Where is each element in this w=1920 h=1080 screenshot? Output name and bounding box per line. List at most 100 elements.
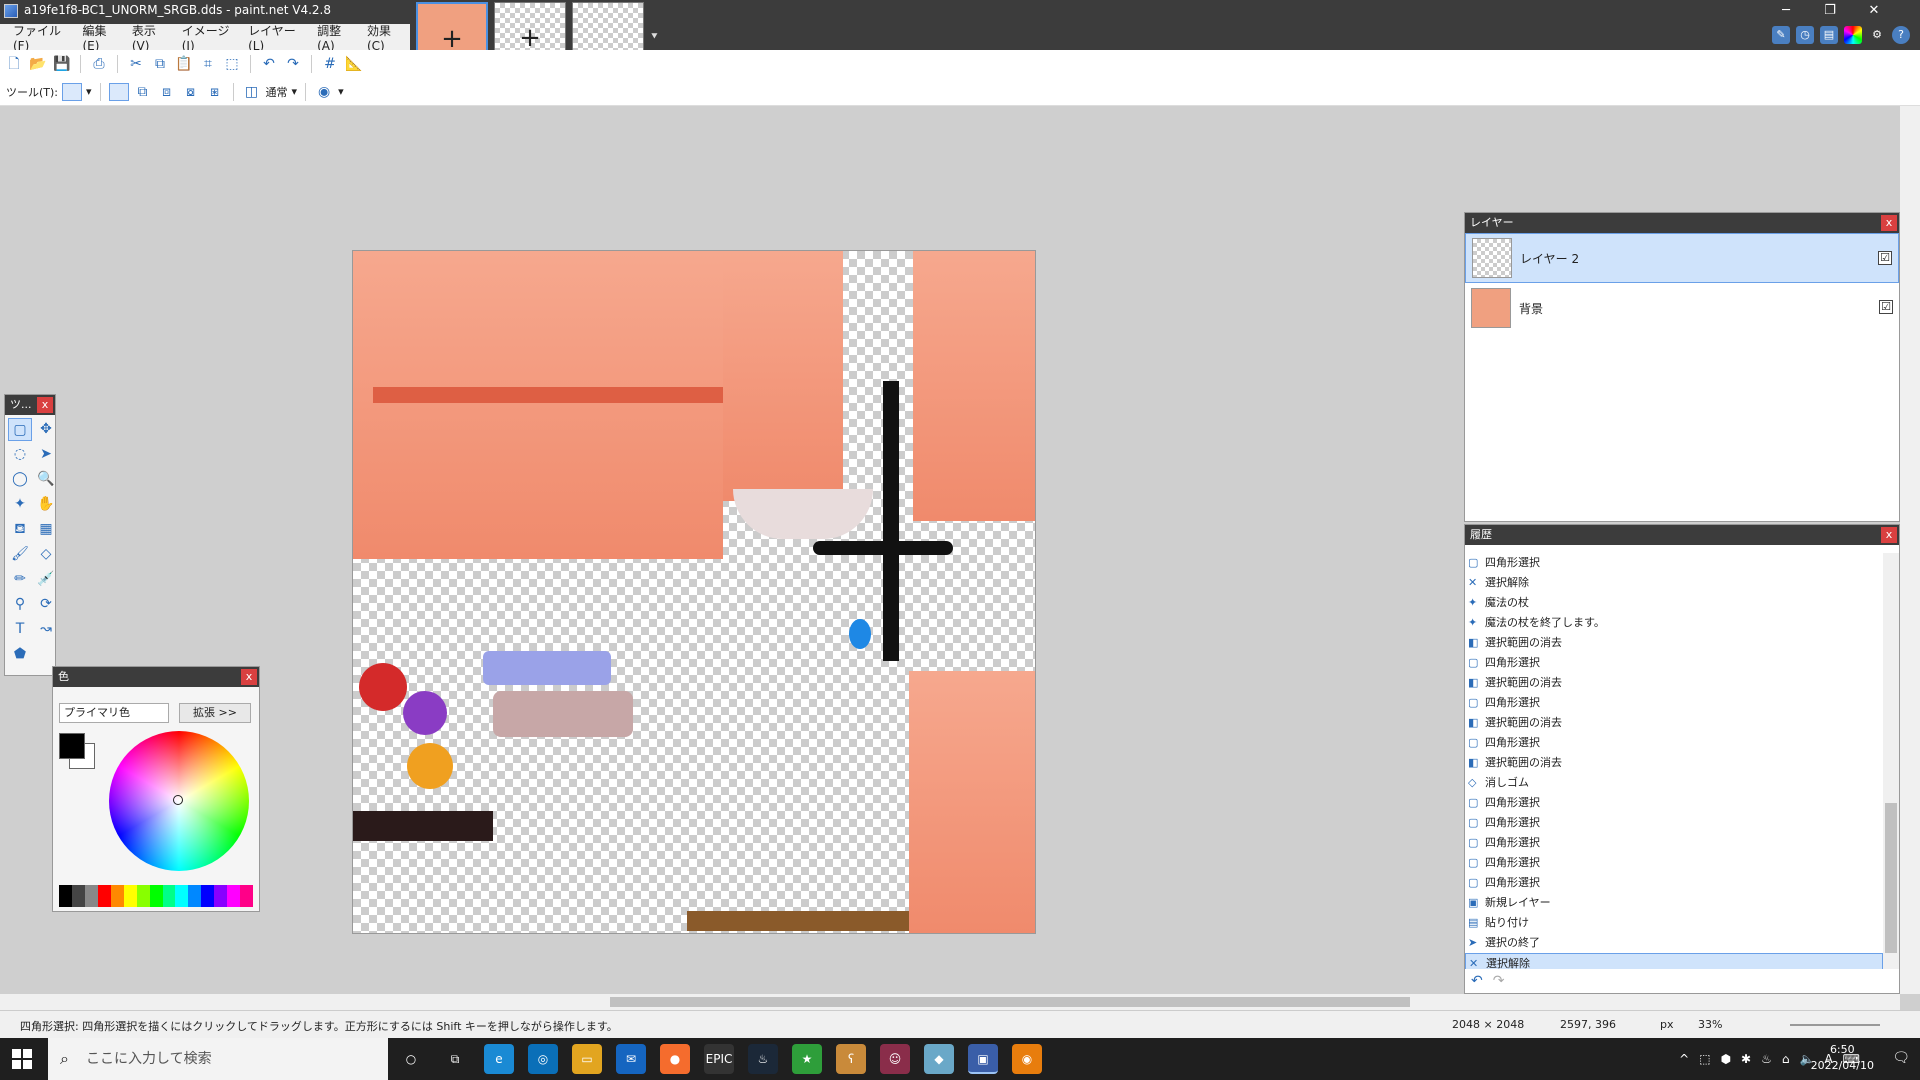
history-item[interactable]: ▢ 四角形選択 bbox=[1465, 733, 1883, 753]
menu-file[interactable]: ファイル(F) bbox=[6, 22, 75, 53]
history-item[interactable]: ▢ 四角形選択 bbox=[1465, 873, 1883, 893]
deselect-icon[interactable]: ⬚ bbox=[222, 54, 242, 74]
menu-layers[interactable]: レイヤー(L) bbox=[241, 22, 310, 53]
selection-mode-intersect[interactable]: ⧇ bbox=[181, 82, 201, 102]
selection-mode-invert[interactable]: ⧆ bbox=[205, 82, 225, 102]
mail-icon[interactable]: ✉ bbox=[616, 1044, 646, 1074]
steam-icon[interactable]: ♨ bbox=[748, 1044, 778, 1074]
move-selected-tool[interactable]: ✥ bbox=[34, 418, 58, 441]
cortana-icon[interactable]: ○ bbox=[396, 1044, 426, 1074]
selection-mode-union[interactable]: ⧉ bbox=[133, 82, 153, 102]
layers-toggle-icon[interactable]: ▤ bbox=[1820, 26, 1838, 44]
history-item[interactable]: ✕ 選択解除 bbox=[1465, 953, 1883, 969]
text-tool[interactable]: T bbox=[8, 618, 32, 641]
taskbar-clock[interactable]: 6:50 2022/04/10 bbox=[1811, 1042, 1874, 1074]
history-scroll-thumb[interactable] bbox=[1885, 803, 1897, 953]
ruler-icon[interactable]: 📐 bbox=[344, 54, 364, 74]
history-item[interactable]: ◧ 選択範囲の消去 bbox=[1465, 633, 1883, 653]
layers-panel-title[interactable]: レイヤー x bbox=[1465, 213, 1899, 233]
paintbrush-tool[interactable]: 🖌 bbox=[8, 543, 32, 566]
grid-icon[interactable]: # bbox=[320, 54, 340, 74]
recolor-tool[interactable]: ⟳ bbox=[34, 593, 58, 616]
app-bear-icon[interactable]: ʕ bbox=[836, 1044, 866, 1074]
selection-draw-shape-icon[interactable]: ◫ bbox=[242, 82, 262, 102]
tray-network-icon[interactable]: ⌂ bbox=[1782, 1052, 1790, 1066]
unit-select[interactable]: px bbox=[1660, 1018, 1674, 1031]
primary-color-swatch[interactable] bbox=[59, 733, 85, 759]
settings-icon[interactable]: ⚙ bbox=[1868, 26, 1886, 44]
history-item[interactable]: ▢ 四角形選択 bbox=[1465, 853, 1883, 873]
history-item[interactable]: ▢ 四角形選択 bbox=[1465, 693, 1883, 713]
menu-effects[interactable]: 効果(C) bbox=[360, 22, 410, 53]
color-panel-close-button[interactable]: x bbox=[241, 669, 257, 685]
shapes-tool[interactable]: ⬟ bbox=[8, 643, 32, 666]
origin-icon[interactable]: ● bbox=[660, 1044, 690, 1074]
redo-icon[interactable]: ↷ bbox=[283, 54, 303, 74]
tray-epic-icon[interactable]: ⬚ bbox=[1699, 1052, 1710, 1066]
task-view-icon[interactable]: ⧉ bbox=[440, 1044, 470, 1074]
open-file-icon[interactable]: 📂 bbox=[28, 54, 48, 74]
history-item[interactable]: ▢ 四角形選択 bbox=[1465, 833, 1883, 853]
file-explorer-icon[interactable]: ▭ bbox=[572, 1044, 602, 1074]
layer-visibility-checkbox[interactable]: ☑ bbox=[1879, 300, 1893, 314]
color-mode-select[interactable]: プライマリ色 bbox=[59, 703, 169, 723]
history-redo-icon[interactable]: ↷ bbox=[1493, 973, 1505, 989]
blend-mode-select[interactable]: 通常 bbox=[266, 84, 288, 100]
layer-row-background[interactable]: 背景 ☑ bbox=[1465, 283, 1899, 333]
history-item[interactable]: ▣ 新規レイヤー bbox=[1465, 893, 1883, 913]
history-item[interactable]: ▤ 貼り付け bbox=[1465, 913, 1883, 933]
paintnet-taskbar-icon[interactable]: ▣ bbox=[968, 1044, 998, 1074]
canvas-vertical-scrollbar[interactable] bbox=[1900, 106, 1920, 994]
help-icon[interactable]: ? bbox=[1892, 26, 1910, 44]
history-item[interactable]: ◧ 選択範囲の消去 bbox=[1465, 673, 1883, 693]
history-item[interactable]: ▢ 四角形選択 bbox=[1465, 553, 1883, 573]
crop-icon[interactable]: ⌗ bbox=[198, 54, 218, 74]
app-blue-circle-icon[interactable]: ◎ bbox=[528, 1044, 558, 1074]
history-panel-close-button[interactable]: x bbox=[1881, 527, 1897, 543]
restore-button[interactable]: ❐ bbox=[1808, 0, 1852, 22]
selection-mode-exclude[interactable]: ⧈ bbox=[157, 82, 177, 102]
history-item[interactable]: ◇ 消しゴム bbox=[1465, 773, 1883, 793]
menu-image[interactable]: イメージ(I) bbox=[175, 22, 241, 53]
clone-stamp-tool[interactable]: ⚲ bbox=[8, 593, 32, 616]
zoom-level[interactable]: 33% bbox=[1698, 1018, 1722, 1031]
color-expand-button[interactable]: 拡張 >> bbox=[179, 703, 251, 723]
history-scrollbar[interactable] bbox=[1883, 553, 1899, 969]
print-icon[interactable]: ⎙ bbox=[89, 54, 109, 74]
layers-panel-close-button[interactable]: x bbox=[1881, 215, 1897, 231]
magic-wand-tool[interactable]: ✦ bbox=[8, 493, 32, 516]
history-item[interactable]: ▢ 四角形選択 bbox=[1465, 813, 1883, 833]
paint-bucket-tool[interactable]: ⛾ bbox=[8, 518, 32, 541]
tray-green-icon[interactable]: ⬢ bbox=[1721, 1052, 1731, 1066]
dropdown-arrow-icon[interactable]: ▾ bbox=[338, 85, 344, 98]
image-canvas[interactable] bbox=[352, 250, 1036, 934]
tools-panel-close-button[interactable]: x bbox=[37, 397, 53, 413]
history-item[interactable]: ✕ 選択解除 bbox=[1465, 573, 1883, 593]
color-wheel[interactable] bbox=[109, 731, 249, 871]
close-button[interactable]: ✕ bbox=[1852, 0, 1896, 22]
layer-visibility-checkbox[interactable]: ☑ bbox=[1878, 251, 1892, 265]
history-item[interactable]: ➤ 選択の終了 bbox=[1465, 933, 1883, 953]
history-item[interactable]: ◧ 選択範囲の消去 bbox=[1465, 713, 1883, 733]
eraser-tool[interactable]: ◇ bbox=[34, 543, 58, 566]
line-curve-tool[interactable]: ↝ bbox=[34, 618, 58, 641]
minimize-button[interactable]: ─ bbox=[1764, 0, 1808, 22]
antialias-icon[interactable]: ◉ bbox=[314, 82, 334, 102]
pan-tool[interactable]: ✋ bbox=[34, 493, 58, 516]
dropdown-arrow-icon[interactable]: ▾ bbox=[86, 85, 92, 98]
taskbar-search-box[interactable]: ⌕ ここに入力して検索 bbox=[48, 1038, 388, 1080]
menu-view[interactable]: 表示(V) bbox=[125, 22, 175, 53]
new-file-icon[interactable]: 🗋 bbox=[4, 54, 24, 74]
color-picker-tool[interactable]: 💉 bbox=[34, 568, 58, 591]
lasso-select-tool[interactable]: ◌ bbox=[8, 443, 32, 466]
tabs-more-icon[interactable]: ⯆ bbox=[650, 30, 659, 44]
tools-panel-title[interactable]: ツ... x bbox=[5, 395, 55, 415]
cut-icon[interactable]: ✂ bbox=[126, 54, 146, 74]
tray-chevron-icon[interactable]: ^ bbox=[1679, 1052, 1689, 1066]
menu-adjustments[interactable]: 調整(A) bbox=[310, 22, 360, 53]
app-glass-icon[interactable]: ◆ bbox=[924, 1044, 954, 1074]
color-wheel-cursor[interactable] bbox=[173, 795, 183, 805]
history-item[interactable]: ✦ 魔法の杖を終了します。 bbox=[1465, 613, 1883, 633]
blender-icon[interactable]: ◉ bbox=[1012, 1044, 1042, 1074]
tools-toggle-icon[interactable]: ✎ bbox=[1772, 26, 1790, 44]
